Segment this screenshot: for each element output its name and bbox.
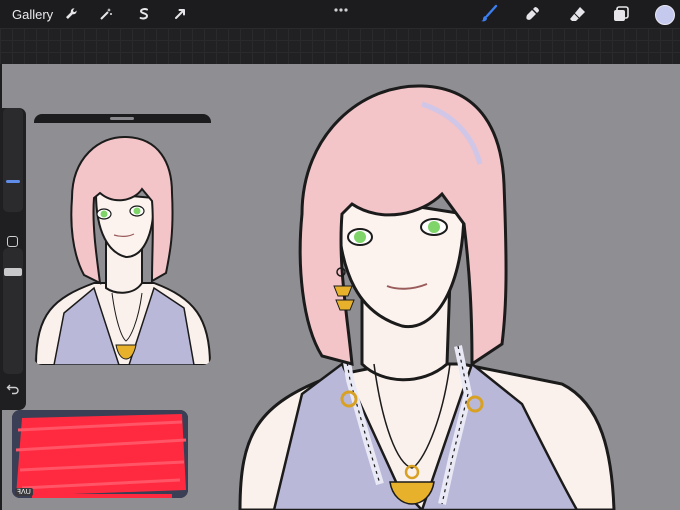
brush-size-thumb[interactable] <box>6 180 20 183</box>
reference-window[interactable] <box>34 114 211 365</box>
opacity-slider[interactable] <box>3 248 23 374</box>
layer-label: ꟻΛU <box>15 488 33 496</box>
reference-drag-handle[interactable] <box>110 117 134 120</box>
magic-wand-icon[interactable] <box>96 4 116 24</box>
wrench-icon[interactable] <box>61 4 81 24</box>
arrow-cursor-icon[interactable] <box>170 4 190 24</box>
brush-size-slider[interactable] <box>3 108 23 212</box>
eraser-icon[interactable] <box>566 3 588 25</box>
layers-icon[interactable] <box>610 3 632 25</box>
canvas-border-area <box>0 28 680 64</box>
undo-icon[interactable] <box>6 382 20 396</box>
reference-image <box>34 123 211 365</box>
color-picker-button[interactable] <box>655 5 675 25</box>
more-dots-icon[interactable] <box>333 2 349 12</box>
left-sidebar <box>0 108 26 410</box>
gallery-button[interactable]: Gallery <box>12 7 53 22</box>
square-icon[interactable] <box>7 236 18 247</box>
opacity-thumb[interactable] <box>4 268 22 276</box>
layer-thumbnail[interactable]: ꟻΛU <box>12 410 188 498</box>
red-scribble <box>12 410 188 498</box>
top-toolbar: Gallery <box>0 0 680 28</box>
selection-s-icon[interactable] <box>134 4 154 24</box>
smudge-icon[interactable] <box>522 3 544 25</box>
brush-icon[interactable] <box>478 3 500 25</box>
